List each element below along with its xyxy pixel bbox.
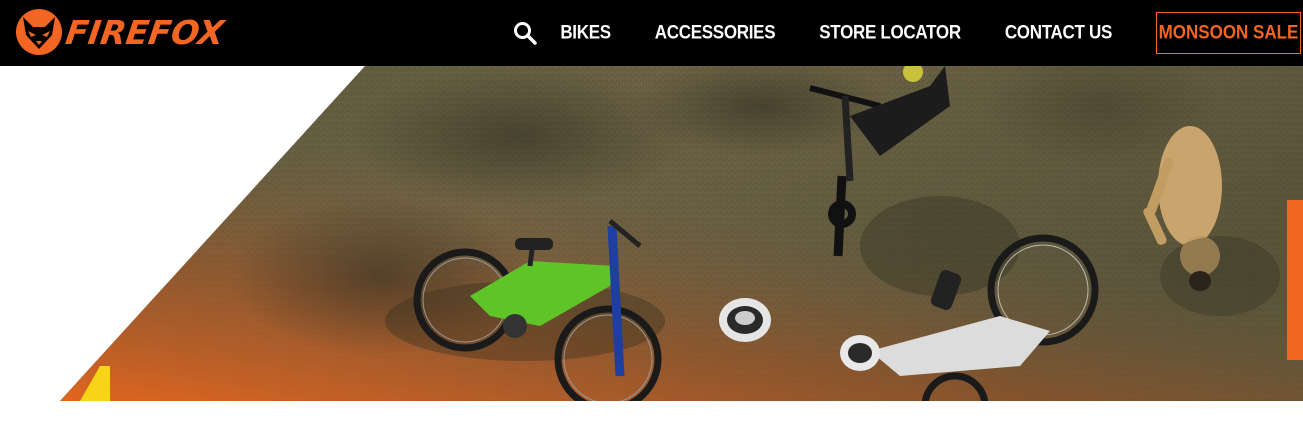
nav-contact-us[interactable]: CONTACT US <box>1005 22 1112 44</box>
helmet-graphic <box>719 298 771 342</box>
monsoon-sale-button[interactable]: MONSOON SALE <box>1156 12 1301 54</box>
monsoon-sale-label: MONSOON SALE <box>1158 21 1299 44</box>
search-button[interactable] <box>512 20 538 46</box>
site-header: FIREFOX BIKES ACCESSORIES STORE LOCATOR … <box>0 0 1303 66</box>
fox-head-icon <box>16 9 62 55</box>
brand-name: FIREFOX <box>63 12 227 52</box>
search-icon <box>514 22 538 45</box>
hero-image <box>0 66 1303 401</box>
hero-banner <box>0 66 1303 401</box>
nav-store-locator[interactable]: STORE LOCATOR <box>819 22 961 44</box>
brand-logo[interactable]: FIREFOX <box>14 6 227 58</box>
nav-accessories[interactable]: ACCESSORIES <box>655 22 776 44</box>
nav-bikes[interactable]: BIKES <box>560 22 611 44</box>
main-nav: BIKES ACCESSORIES STORE LOCATOR CONTACT … <box>512 0 1303 66</box>
side-feedback-tab[interactable] <box>1287 200 1303 360</box>
